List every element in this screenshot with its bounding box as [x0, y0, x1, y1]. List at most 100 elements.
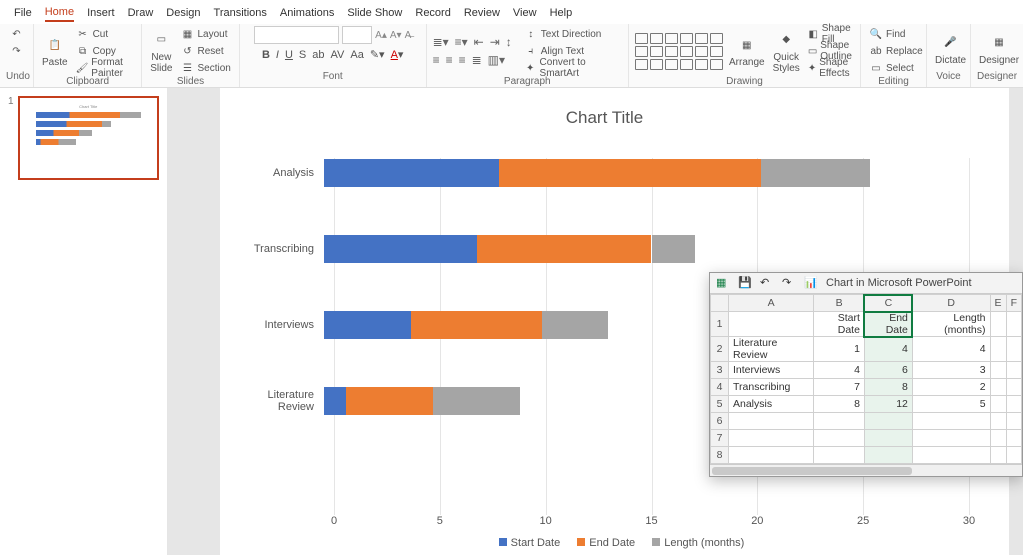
tab-design[interactable]: Design — [166, 7, 200, 21]
highlight-button[interactable]: ✎▾ — [370, 48, 385, 61]
sheet-row[interactable]: 6 — [711, 413, 1022, 430]
tab-record[interactable]: Record — [415, 7, 450, 21]
smartart-icon: ✦ — [524, 61, 537, 75]
tab-insert[interactable]: Insert — [87, 7, 115, 21]
horizontal-scrollbar[interactable] — [710, 464, 1022, 476]
underline-button[interactable]: U — [285, 49, 293, 61]
replace-button[interactable]: abReplace — [867, 43, 925, 59]
designer-button[interactable]: ▦Designer — [977, 32, 1021, 66]
shape-effects-button[interactable]: ✦Shape Effects — [806, 60, 859, 76]
ribbon-tabs: File Home Insert Draw Design Transitions… — [0, 0, 1023, 24]
font-size-input[interactable] — [342, 26, 372, 44]
chart-x-axis: 0 5 10 15 20 25 30 — [324, 515, 979, 527]
group-slides-label: Slides — [148, 76, 233, 87]
text-direction-icon: ↕ — [524, 27, 538, 41]
tab-animations[interactable]: Animations — [280, 7, 334, 21]
mic-icon: 🎤 — [940, 32, 962, 54]
legend-swatch-length — [652, 538, 660, 546]
save-icon[interactable]: 💾 — [738, 276, 752, 290]
clear-format-button[interactable]: A̶ — [405, 30, 412, 41]
shrink-font-button[interactable]: A▾ — [390, 30, 402, 41]
sheet-row[interactable]: 8 — [711, 447, 1022, 464]
tab-view[interactable]: View — [513, 7, 537, 21]
chart-category-label: Analysis — [230, 167, 324, 179]
align-center-button[interactable]: ≡ — [446, 53, 453, 67]
format-painter-button[interactable]: 🖌Format Painter — [74, 60, 136, 76]
tab-review[interactable]: Review — [464, 7, 500, 21]
tab-help[interactable]: Help — [550, 7, 573, 21]
sheet-row[interactable]: 1Start DateEnd DateLength (months) — [711, 312, 1022, 337]
smartart-button[interactable]: ✦Convert to SmartArt — [522, 60, 622, 76]
grow-font-button[interactable]: A▴ — [375, 30, 387, 41]
sheet-row[interactable]: 5Analysis8125 — [711, 396, 1022, 413]
chart-icon: 📊 — [804, 276, 818, 290]
tab-file[interactable]: File — [14, 7, 32, 21]
spacing-button[interactable]: AV — [331, 49, 345, 61]
sheet-row[interactable]: 3Interviews463 — [711, 362, 1022, 379]
arrange-button[interactable]: ▦Arrange — [727, 34, 767, 68]
redo-icon: ↷ — [10, 44, 24, 58]
find-button[interactable]: 🔍Find — [867, 26, 925, 42]
redo-icon[interactable]: ↷ — [782, 276, 796, 290]
font-color-button[interactable]: A▾ — [391, 48, 404, 61]
group-editing-label: Editing — [867, 76, 920, 87]
undo-icon[interactable]: ↶ — [760, 276, 774, 290]
excel-icon: ▦ — [716, 276, 730, 290]
redo-button[interactable]: ↷ — [8, 43, 26, 59]
search-icon: 🔍 — [869, 27, 883, 41]
section-button[interactable]: ☰Section — [178, 60, 232, 76]
layout-icon: ▦ — [180, 27, 194, 41]
reset-button[interactable]: ↺Reset — [178, 43, 232, 59]
chart-bar[interactable] — [324, 235, 979, 263]
strike-button[interactable]: S — [299, 49, 306, 61]
chart-data-window-title: Chart in Microsoft PowerPoint — [826, 277, 972, 289]
shape-gallery[interactable] — [635, 33, 723, 70]
indent-dec-button[interactable]: ⇤ — [474, 35, 484, 49]
align-right-button[interactable]: ≡ — [459, 53, 466, 67]
undo-icon: ↶ — [10, 27, 24, 41]
spreadsheet[interactable]: A B C D E F 1Start DateEnd DateLength (m… — [710, 294, 1022, 464]
sheet-row[interactable]: 2Literature Review144 — [711, 337, 1022, 362]
cut-icon: ✂ — [76, 27, 90, 41]
new-slide-button[interactable]: ▭ New Slide — [148, 29, 174, 74]
replace-icon: ab — [869, 44, 883, 58]
paste-button[interactable]: 📋 Paste — [40, 34, 70, 68]
chart-category-label: Interviews — [230, 319, 324, 331]
indent-inc-button[interactable]: ⇥ — [490, 35, 500, 49]
line-spacing-button[interactable]: ↕ — [506, 35, 512, 49]
chart-data-window-header[interactable]: ▦ 💾 ↶ ↷ 📊 Chart in Microsoft PowerPoint — [710, 273, 1022, 294]
sheet-row[interactable]: 4Transcribing782 — [711, 379, 1022, 396]
columns-button[interactable]: ▥▾ — [488, 53, 505, 67]
group-designer-label: Designer — [977, 71, 1017, 85]
sheet-row[interactable]: 7 — [711, 430, 1022, 447]
group-font-label: Font — [246, 71, 420, 85]
chart-title: Chart Title — [230, 108, 979, 128]
tab-home[interactable]: Home — [45, 6, 74, 22]
bold-button[interactable]: B — [262, 49, 270, 61]
quick-styles-button[interactable]: ◆Quick Styles — [771, 29, 802, 74]
cut-button[interactable]: ✂Cut — [74, 26, 136, 42]
numbering-button[interactable]: ≡▾ — [455, 35, 468, 49]
tab-transitions[interactable]: Transitions — [214, 7, 267, 21]
case-button[interactable]: Aa — [350, 49, 363, 61]
layout-button[interactable]: ▦Layout — [178, 26, 232, 42]
dictate-button[interactable]: 🎤Dictate — [933, 32, 968, 66]
italic-button[interactable]: I — [276, 49, 279, 61]
text-direction-button[interactable]: ↕Text Direction — [522, 26, 622, 42]
font-name-input[interactable] — [254, 26, 339, 44]
select-button[interactable]: ▭Select — [867, 60, 925, 76]
shadow-button[interactable]: ab — [312, 49, 324, 61]
slide-thumbnail-panel: 1 Chart Title — [0, 88, 168, 555]
undo-button[interactable]: ↶ — [8, 26, 26, 42]
tab-slideshow[interactable]: Slide Show — [347, 7, 402, 21]
chart-data-window[interactable]: ▦ 💾 ↶ ↷ 📊 Chart in Microsoft PowerPoint … — [709, 272, 1023, 477]
chart-bar[interactable] — [324, 159, 979, 187]
align-text-icon: ⫞ — [524, 44, 538, 58]
quick-styles-icon: ◆ — [775, 29, 797, 51]
bullets-button[interactable]: ≣▾ — [433, 35, 449, 49]
align-left-button[interactable]: ≡ — [433, 53, 440, 67]
slide-thumbnail[interactable]: Chart Title — [18, 96, 159, 180]
tab-draw[interactable]: Draw — [128, 7, 154, 21]
justify-button[interactable]: ≣ — [472, 53, 482, 67]
group-voice-label: Voice — [933, 71, 964, 85]
